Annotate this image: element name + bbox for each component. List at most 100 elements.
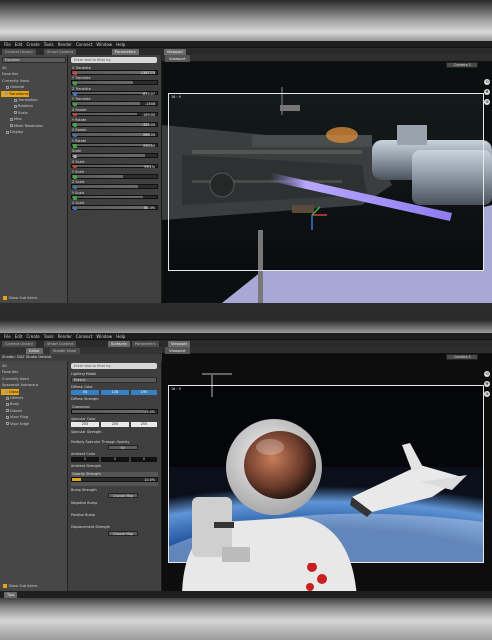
specular-g[interactable]: 255 <box>101 422 129 427</box>
parameter-slider[interactable]: Z Translate -675.07 <box>71 87 158 96</box>
menu-item-file[interactable]: File <box>4 333 11 340</box>
tab-editor[interactable]: Editor <box>26 348 43 354</box>
orbit-icon[interactable]: ⟲ <box>484 79 490 85</box>
tree-item[interactable]: Favorites <box>2 71 18 77</box>
slider-track[interactable]: -169.00 <box>71 111 158 117</box>
tree-item[interactable]: Gloves <box>2 408 22 414</box>
orbit-icon[interactable]: ⟲ <box>484 371 490 377</box>
menu-item-file[interactable]: File <box>4 41 11 48</box>
menu-item-create[interactable]: Create <box>26 333 39 340</box>
choose-map-button[interactable]: Choose Map <box>108 493 138 498</box>
slider-track[interactable] <box>71 174 158 179</box>
ambient-r[interactable]: 0 <box>71 457 99 462</box>
opacity-slider[interactable]: Opacity Strength 10.0% <box>71 472 158 486</box>
menu-item-connect[interactable]: Connect <box>76 41 93 48</box>
pan-icon[interactable]: ✥ <box>484 89 490 95</box>
specular-b[interactable]: 255 <box>131 422 157 427</box>
tree-item[interactable]: All <box>2 363 6 369</box>
menu-item-connect[interactable]: Connect <box>76 333 93 340</box>
zoom-icon[interactable]: ⊕ <box>484 99 490 105</box>
slider-track[interactable]: -2448 <box>71 101 158 106</box>
filter-search-input[interactable]: Enter text to filter by <box>71 363 157 369</box>
slider-track[interactable]: 88.0% <box>71 205 158 210</box>
show-sub-items-checkbox[interactable]: Show Sub Items <box>3 584 37 588</box>
viewport[interactable]: Viewport Camera 1 16 : 9 ⟲ ✥ ⊕ <box>162 347 492 598</box>
glossiness-slider[interactable]: Glossiness 85.0% <box>71 405 158 414</box>
lighting-model-dropdown[interactable]: Plastic <box>71 377 157 383</box>
menu-item-edit[interactable]: Edit <box>15 333 23 340</box>
parameter-slider[interactable]: X Rotate -169.00 <box>71 108 158 117</box>
menu-item-render[interactable]: Render <box>58 333 72 340</box>
diffuse-r[interactable]: 54 <box>71 390 99 395</box>
tree-item[interactable]: Spacesuit Astronaut <box>2 382 38 388</box>
tree-item[interactable]: Mesh Resolution <box>2 123 43 129</box>
menu-item-edit[interactable]: Edit <box>15 41 23 48</box>
parameter-slider[interactable]: Z Scale 88.0% <box>71 201 158 210</box>
slider-track[interactable]: 290.00 <box>71 142 158 148</box>
show-sub-items-checkbox[interactable]: Show Sub Items <box>3 296 37 300</box>
parameter-slider[interactable]: Z Rotate 290.00 <box>71 128 158 137</box>
tree-node-icon <box>5 390 8 394</box>
pan-icon[interactable]: ✥ <box>484 381 490 387</box>
menu-item-tools[interactable]: Tools <box>44 333 54 340</box>
tree-item[interactable]: General <box>2 84 24 90</box>
tree-item[interactable]: Rotation <box>2 103 33 109</box>
diffuse-b[interactable]: 195 <box>131 390 157 395</box>
tree-item[interactable]: Favorites <box>2 369 18 375</box>
slider-track[interactable] <box>71 184 158 190</box>
tree-item[interactable]: Currently Used <box>2 78 29 84</box>
parameter-slider[interactable]: X Scale 93.1% <box>71 160 158 169</box>
viewport[interactable]: Viewport Camera 1 16 : 9 ⟲ ✥ ⊕ <box>162 55 492 303</box>
ambient-g[interactable]: 0 <box>101 457 129 462</box>
menu-item-help[interactable]: Help <box>116 41 125 48</box>
parameter-slider[interactable]: Y Scale <box>71 191 158 200</box>
tips-tab[interactable]: Tips <box>4 592 18 598</box>
tree-item[interactable]: Glass <box>1 388 19 395</box>
tree-item[interactable]: Currently Used <box>2 376 29 382</box>
explorer-dropdown[interactable]: Explorer <box>2 57 66 63</box>
slider-track[interactable] <box>71 153 158 159</box>
tree-item[interactable]: Body <box>2 401 19 407</box>
camera-dropdown[interactable]: Camera 1 <box>445 354 478 360</box>
render-frame: 16 : 9 <box>168 93 484 271</box>
tree-item[interactable]: Display <box>2 129 23 135</box>
parameter-slider[interactable]: Y Translate -2448 <box>71 97 158 106</box>
filter-search-input[interactable]: Enter text to filter by <box>71 57 157 63</box>
parameter-slider[interactable]: Y Rotate -329.00 <box>71 118 158 127</box>
zoom-icon[interactable]: ⊕ <box>484 391 490 397</box>
parameter-slider[interactable]: Z Scale <box>71 180 158 190</box>
tree-item[interactable]: Helmet <box>2 395 23 401</box>
menu-item-help[interactable]: Help <box>116 333 125 340</box>
slider-track[interactable] <box>71 194 158 200</box>
parameter-slider[interactable]: X Translate -1387.75 <box>71 66 158 75</box>
slider-track[interactable]: 290.00 <box>71 132 158 137</box>
parameter-slider[interactable]: Y Scale <box>71 170 158 179</box>
slider-track[interactable] <box>71 80 158 86</box>
choose-map-button-2[interactable]: Choose Map <box>108 531 138 536</box>
slider-track[interactable]: -1387.75 <box>71 70 158 75</box>
menu-item-window[interactable]: Window <box>96 333 112 340</box>
tree-item[interactable]: Translation <box>2 97 38 103</box>
menu-item-window[interactable]: Window <box>96 41 112 48</box>
menu-item-create[interactable]: Create <box>26 41 39 48</box>
camera-dropdown[interactable]: Camera 1 <box>445 62 478 68</box>
diffuse-g[interactable]: 128 <box>101 390 129 395</box>
tree-item[interactable]: Transforms <box>1 90 29 97</box>
tree-item[interactable]: Visor Edge <box>2 421 29 427</box>
tree-item[interactable]: Visor Ring <box>2 414 28 420</box>
menu-item-render[interactable]: Render <box>58 41 72 48</box>
tree-item[interactable]: All <box>2 65 6 71</box>
parameter-slider[interactable]: Scale <box>71 149 158 159</box>
tree-item[interactable]: Misc <box>2 116 22 122</box>
menu-item-tools[interactable]: Tools <box>44 41 54 48</box>
slider-track[interactable]: -329.00 <box>71 122 158 127</box>
multiply-specular-toggle[interactable]: On <box>108 445 138 450</box>
tab-shader-mixer[interactable]: Shader Mixer <box>50 348 80 354</box>
parameter-slider[interactable]: Y Translate <box>71 76 158 86</box>
tree-item[interactable]: Scale <box>2 110 28 116</box>
ambient-b[interactable]: 0 <box>131 457 157 462</box>
specular-r[interactable]: 255 <box>71 422 99 427</box>
slider-track[interactable]: -675.07 <box>71 90 158 96</box>
slider-track[interactable]: 93.1% <box>71 163 158 169</box>
parameter-slider[interactable]: Y Rotate 290.00 <box>71 139 158 148</box>
